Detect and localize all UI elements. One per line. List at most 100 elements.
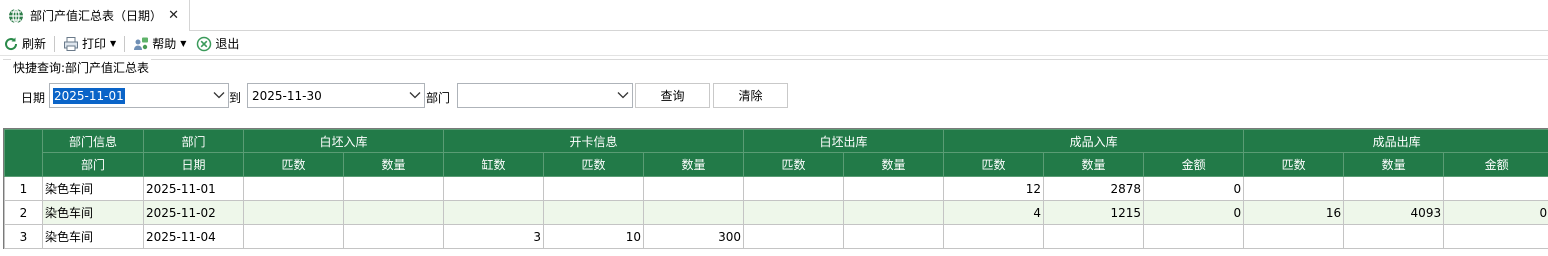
table-cell[interactable]: 10 [543,224,645,249]
table-cell[interactable]: 3 [443,224,545,249]
table-cell[interactable] [943,224,1045,249]
table-cell[interactable] [1243,176,1345,201]
group-header[interactable]: 开卡信息 [443,129,745,153]
tab-bar: 部门产值汇总表（日期） ✕ [0,0,1548,31]
table-cell[interactable]: 2878 [1043,176,1145,201]
tab-dept-output-summary[interactable]: 部门产值汇总表（日期） ✕ [0,0,190,31]
table-cell[interactable]: 2025-11-01 [143,176,244,201]
table-cell[interactable] [543,176,645,201]
exit-button[interactable]: 退出 [193,33,242,55]
table-cell[interactable]: 0 [1443,200,1548,225]
column-header[interactable]: 匹数 [243,152,344,177]
group-header[interactable]: 成品出库 [1243,129,1548,153]
date-to-select[interactable]: 2025-11-30 [247,83,425,108]
row-number[interactable]: 3 [4,224,43,249]
table-cell[interactable]: 1215 [1043,200,1145,225]
table-cell[interactable] [743,176,845,201]
tab-title: 部门产值汇总表（日期） [30,9,163,23]
help-button[interactable]: 帮助 ▼ [130,33,189,55]
search-button[interactable]: 查询 [635,83,710,108]
table-cell[interactable]: 染色车间 [42,224,144,249]
refresh-button[interactable]: 刷新 [0,33,49,55]
table-cell[interactable] [1443,224,1548,249]
table-row[interactable]: 2 染色车间 2025-11-02 4 1215 0 16 4093 0 [4,200,1548,225]
table-cell[interactable]: 16 [1243,200,1345,225]
table-cell[interactable] [1343,224,1445,249]
table-cell[interactable]: 0 [1143,200,1245,225]
column-header[interactable]: 匹数 [1243,152,1345,177]
close-icon[interactable]: ✕ [168,8,179,23]
column-header[interactable]: 匹数 [543,152,645,177]
chevron-down-icon[interactable] [213,90,225,100]
dept-select[interactable] [457,83,633,108]
table-cell[interactable] [1343,176,1445,201]
column-header[interactable]: 匹数 [943,152,1045,177]
chevron-down-icon[interactable] [617,90,629,100]
table-cell[interactable]: 4093 [1343,200,1445,225]
chevron-down-icon[interactable] [409,90,421,100]
column-header[interactable]: 金额 [1143,152,1245,177]
chevron-down-icon[interactable]: ▼ [110,39,116,48]
table-cell[interactable] [243,176,344,201]
help-users-icon [134,37,149,50]
column-header[interactable]: 金额 [1443,152,1548,177]
table-cell[interactable] [643,176,745,201]
column-header[interactable]: 数量 [1343,152,1445,177]
table-cell[interactable] [743,224,845,249]
table-cell[interactable] [1143,224,1245,249]
table-cell[interactable]: 12 [943,176,1045,201]
table-cell[interactable]: 300 [643,224,745,249]
column-header[interactable]: 数量 [342,152,445,177]
table-cell[interactable]: 2025-11-02 [143,200,244,225]
table-cell[interactable] [843,224,945,249]
row-number[interactable]: 2 [4,200,43,225]
row-number[interactable]: 1 [4,176,43,201]
table-cell[interactable] [1443,176,1548,201]
table-cell[interactable] [342,176,445,201]
column-header-row: 部门 日期 匹数 数量 缸数 匹数 数量 匹数 数量 匹数 数量 金额 匹数 数… [5,152,1548,177]
table-cell[interactable]: 4 [943,200,1045,225]
table-cell[interactable] [543,200,645,225]
table-cell[interactable]: 0 [1143,176,1245,201]
refresh-label: 刷新 [22,37,47,51]
group-header[interactable]: 部门信息 [42,129,144,153]
group-header[interactable]: 白坯出库 [743,129,945,153]
table-cell[interactable] [243,200,344,225]
table-cell[interactable]: 染色车间 [42,200,144,225]
print-button[interactable]: 打印 ▼ [60,33,119,55]
table-row[interactable]: 1 染色车间 2025-11-01 12 2878 0 [4,176,1548,201]
toolbar: 刷新 打印 ▼ 帮助 ▼ 退出 [0,32,1548,56]
group-header-row: 部门信息 部门 白坯入库 开卡信息 白坯出库 成品入库 成品出库 [4,129,1548,177]
table-cell[interactable]: 染色车间 [42,176,144,201]
column-header[interactable]: 数量 [1043,152,1145,177]
column-header[interactable]: 数量 [643,152,745,177]
table-cell[interactable] [443,176,545,201]
table-cell[interactable] [843,200,945,225]
column-header[interactable]: 缸数 [443,152,545,177]
table-cell[interactable] [1243,224,1345,249]
table-cell[interactable] [342,200,445,225]
help-label: 帮助 [152,37,177,51]
table-cell[interactable]: 2025-11-04 [143,224,244,249]
group-header[interactable]: 部门 [143,129,244,153]
table-cell[interactable] [342,224,445,249]
column-header[interactable]: 数量 [843,152,945,177]
column-header[interactable]: 日期 [143,152,244,177]
table-row[interactable]: 3 染色车间 2025-11-04 3 10 300 [4,224,1548,249]
clear-button[interactable]: 清除 [713,83,788,108]
table-cell[interactable] [643,200,745,225]
table-cell[interactable] [243,224,344,249]
table-cell[interactable] [1043,224,1145,249]
group-header[interactable]: 白坯入库 [242,129,445,153]
group-header[interactable]: 成品入库 [943,129,1245,153]
table-cell[interactable] [843,176,945,201]
toolbar-divider [54,35,56,52]
table-cell[interactable] [443,200,545,225]
date-from-select[interactable]: 2025-11-01 [49,83,229,108]
toolbar-divider [124,35,126,52]
table-cell[interactable] [743,200,845,225]
exit-label: 退出 [215,37,240,51]
chevron-down-icon[interactable]: ▼ [180,39,186,48]
column-header[interactable]: 匹数 [743,152,845,177]
column-header[interactable]: 部门 [42,152,144,177]
